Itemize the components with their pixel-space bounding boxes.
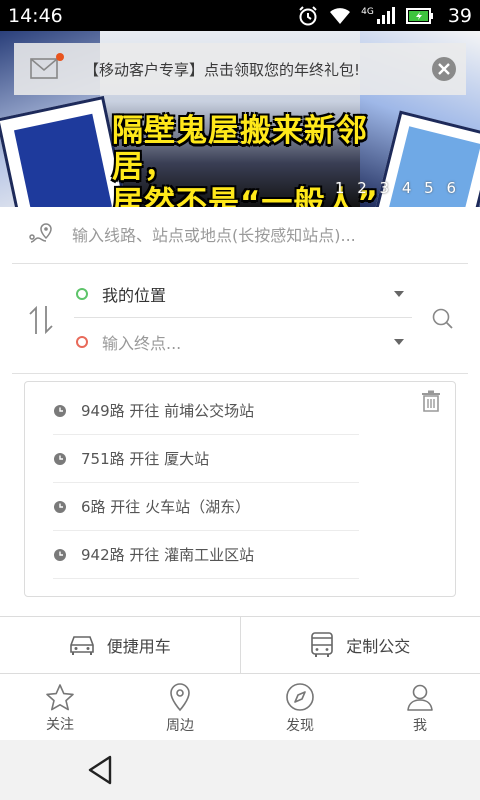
chevron-down-icon[interactable] [394, 290, 404, 297]
compass-icon [286, 682, 314, 711]
history-item[interactable]: 6路 开往 火车站（湖东） [53, 483, 359, 531]
car-service-label: 便捷用车 [106, 637, 171, 656]
custom-bus-label: 定制公交 [346, 637, 411, 656]
status-icons: 4G 39 [297, 5, 472, 27]
tab-me[interactable]: 我 [360, 676, 480, 740]
destination-field[interactable]: 输入终点... [74, 318, 412, 366]
status-bar: 14:46 4G 39 [0, 0, 480, 31]
trash-icon[interactable] [421, 390, 441, 416]
notice-text[interactable]: 【移动客户专享】点击领取您的年终礼包! [84, 59, 360, 80]
location-pin-icon [170, 682, 190, 711]
search-history-panel: 949路 开往 前埔公交场站 751路 开往 厦大站 6路 开往 火车站（湖东）… [24, 381, 456, 597]
route-location-icon [28, 221, 58, 249]
banner-pager[interactable]: 1 2 3 4 5 6 [335, 179, 460, 197]
history-item[interactable]: 942路 开往 灌南工业区站 [53, 531, 359, 579]
mail-icon [30, 53, 64, 80]
star-icon [46, 683, 74, 710]
origin-label: 我的位置 [102, 285, 167, 305]
clock-icon [54, 500, 66, 513]
history-item[interactable]: 949路 开往 前埔公交场站 [53, 387, 359, 435]
notice-bar[interactable]: 【移动客户专享】点击领取您的年终礼包! [14, 43, 466, 95]
history-item-text: 942路 开往 灌南工业区站 [81, 546, 255, 564]
back-icon[interactable] [86, 754, 114, 790]
battery-icon [405, 7, 433, 24]
car-icon [69, 636, 94, 655]
destination-marker-icon [76, 336, 88, 348]
network-type: 4G [361, 6, 374, 17]
unread-dot [56, 53, 64, 61]
clock-icon [54, 404, 66, 417]
car-service-button[interactable]: 便捷用车 [0, 617, 240, 673]
service-shortcuts: 便捷用车 定制公交 [0, 616, 480, 674]
person-icon [407, 684, 433, 711]
clock-icon [54, 548, 66, 561]
custom-bus-button[interactable]: 定制公交 [239, 617, 480, 673]
clock-icon [54, 452, 66, 465]
history-item-text: 949路 开往 前埔公交场站 [81, 402, 255, 420]
alarm-icon [299, 5, 317, 25]
signal-icon [376, 6, 395, 24]
tab-label: 发现 [286, 717, 314, 734]
tab-label: 关注 [46, 716, 74, 733]
route-planner: 我的位置 输入终点... [12, 264, 468, 374]
tab-label: 周边 [166, 717, 194, 734]
search-bar[interactable] [12, 207, 468, 264]
tab-label: 我 [413, 717, 427, 734]
close-icon[interactable] [432, 57, 456, 81]
origin-marker-icon [76, 287, 88, 300]
status-time: 14:46 [8, 4, 63, 27]
swap-icon[interactable] [28, 304, 54, 340]
search-icon[interactable] [432, 308, 454, 334]
battery-level: 39 [447, 4, 472, 27]
tab-discover[interactable]: 发现 [240, 676, 360, 740]
search-input[interactable] [72, 225, 432, 245]
tab-follow[interactable]: 关注 [0, 676, 120, 740]
history-item[interactable]: 751路 开往 厦大站 [53, 435, 359, 483]
wifi-icon [330, 7, 351, 24]
chevron-down-icon[interactable] [394, 339, 404, 345]
system-nav-bar [0, 740, 480, 800]
origin-field[interactable]: 我的位置 [74, 270, 412, 318]
bus-icon [311, 632, 334, 657]
destination-placeholder[interactable]: 输入终点... [102, 330, 181, 354]
bottom-tab-bar: 关注 周边 发现 我 [0, 676, 480, 740]
history-item-text: 6路 开往 火车站（湖东） [81, 498, 251, 516]
history-item-text: 751路 开往 厦大站 [81, 450, 210, 468]
tab-nearby[interactable]: 周边 [120, 676, 240, 740]
